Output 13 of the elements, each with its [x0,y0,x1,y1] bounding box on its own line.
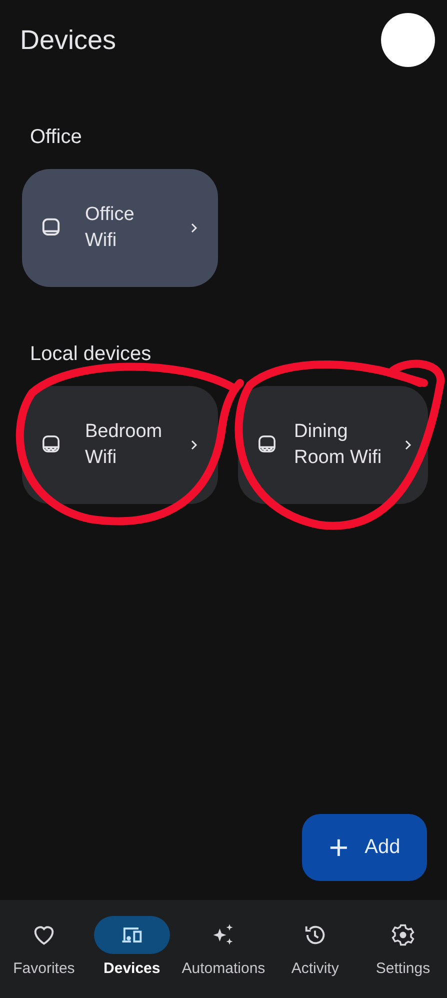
page-title: Devices [20,24,116,56]
device-card[interactable]: Office Wifi [22,169,218,287]
nav-tab[interactable]: Settings [365,916,442,977]
nav-tab[interactable]: Favorites [6,916,82,977]
device-card[interactable]: Bedroom Wifi [22,386,218,504]
section-title: Office [29,125,83,150]
device-card[interactable]: Dining Room Wifi [238,386,428,504]
nav-tab[interactable]: Activity [277,916,354,977]
add-button[interactable]: + Add [302,814,427,881]
avatar[interactable] [381,13,435,67]
settings-icon [390,922,416,948]
nav-tab[interactable]: Automations [182,916,266,977]
section-title: Local devices [29,342,152,367]
